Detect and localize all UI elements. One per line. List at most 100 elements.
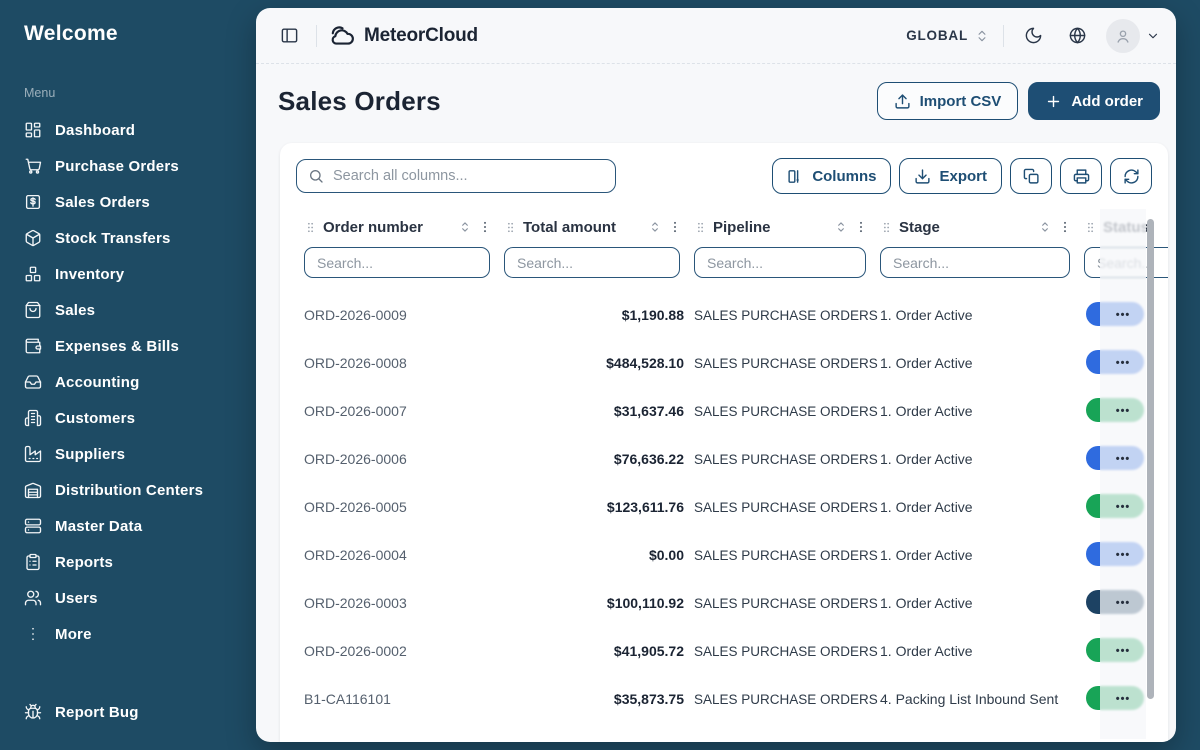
sidebar-item-sales-orders[interactable]: Sales Orders: [24, 184, 236, 220]
sidebar-item-customers[interactable]: Customers: [24, 400, 236, 436]
copy-button[interactable]: [1010, 158, 1052, 194]
sidebar-item-distribution-centers[interactable]: Distribution Centers: [24, 472, 236, 508]
moon-icon: [1024, 26, 1043, 45]
sidebar-item-expenses-bills[interactable]: Expenses & Bills: [24, 328, 236, 364]
ellipsis-icon: •••: [1116, 693, 1131, 705]
drag-handle-icon[interactable]: [880, 221, 893, 234]
sidebar-item-sales[interactable]: Sales: [24, 292, 236, 328]
region-selector[interactable]: GLOBAL: [906, 28, 989, 43]
table-row[interactable]: ORD-2026-0006 $76,636.22 SALES PURCHASE …: [280, 435, 1168, 483]
cell-order-number: ORD-2026-0006: [304, 451, 504, 467]
table-row[interactable]: ORD-2026-0009 $1,190.88 SALES PURCHASE O…: [280, 291, 1168, 339]
sidebar-item-label: Inventory: [55, 266, 124, 283]
cell-order-number: B1-CA116101: [304, 691, 504, 707]
sidebar-item-master-data[interactable]: Master Data: [24, 508, 236, 544]
sidebar-item-suppliers[interactable]: Suppliers: [24, 436, 236, 472]
page-title: Sales Orders: [278, 86, 441, 117]
upload-icon: [894, 93, 911, 110]
language-button[interactable]: [1062, 21, 1092, 51]
sort-icon[interactable]: [834, 220, 848, 234]
filter-cell-stage: [880, 247, 1084, 278]
search-all-columns-input[interactable]: [296, 159, 616, 193]
table-row[interactable]: B1-CA116101 $35,873.75 SALES PURCHASE OR…: [280, 675, 1168, 723]
row-actions-button[interactable]: •••: [1100, 435, 1146, 483]
sort-icon[interactable]: [458, 220, 472, 234]
refresh-button[interactable]: [1110, 158, 1152, 194]
app-root: { "sidebar": { "title": "Welcome", "sect…: [0, 0, 1200, 750]
column-header-total-amount: Total amount: [504, 219, 694, 236]
column-menu-icon[interactable]: [1058, 220, 1072, 234]
cell-total-amount: $123,611.76: [504, 499, 694, 515]
sidebar-item-more[interactable]: More: [24, 616, 236, 652]
filter-input-order-number[interactable]: [304, 247, 490, 278]
row-actions-button[interactable]: •••: [1100, 675, 1146, 723]
user-menu[interactable]: [1106, 19, 1160, 53]
sidebar-item-accounting[interactable]: Accounting: [24, 364, 236, 400]
drag-handle-icon[interactable]: [694, 221, 707, 234]
table-row[interactable]: ORD-2026-0008 $484,528.10 SALES PURCHASE…: [280, 339, 1168, 387]
filter-input-pipeline[interactable]: [694, 247, 866, 278]
add-order-button[interactable]: Add order: [1028, 82, 1160, 120]
suppliers-icon: [24, 445, 42, 463]
sidebar-item-reports[interactable]: Reports: [24, 544, 236, 580]
sidebar-item-inventory[interactable]: Inventory: [24, 256, 236, 292]
sidebar-item-stock-transfers[interactable]: Stock Transfers: [24, 220, 236, 256]
drag-handle-icon[interactable]: [1084, 221, 1097, 234]
printer-icon: [1073, 168, 1090, 185]
column-label: Total amount: [523, 219, 616, 236]
user-icon: [1114, 27, 1132, 45]
cell-pipeline: SALES PURCHASE ORDERS: [694, 356, 880, 371]
table-row[interactable]: ORD-2026-0003 $100,110.92 SALES PURCHASE…: [280, 579, 1168, 627]
sidebar-item-label: Sales: [55, 302, 95, 319]
sidebar-item-report-bug[interactable]: Report Bug: [24, 694, 236, 730]
sidebar-item-purchase-orders[interactable]: Purchase Orders: [24, 148, 236, 184]
table-scrollbar[interactable]: [1147, 219, 1154, 699]
avatar: [1106, 19, 1140, 53]
filter-input-total-amount[interactable]: [504, 247, 680, 278]
sort-icon[interactable]: [1038, 220, 1052, 234]
table-row[interactable]: ORD-2026-0002 $41,905.72 SALES PURCHASE …: [280, 627, 1168, 675]
sidebar-item-label: Stock Transfers: [55, 230, 171, 247]
sales-orders-icon: [24, 193, 42, 211]
theme-toggle-button[interactable]: [1018, 21, 1048, 51]
sidebar-item-users[interactable]: Users: [24, 580, 236, 616]
topbar-right: GLOBAL: [906, 19, 1160, 53]
cell-stage: 1. Order Active: [880, 499, 1084, 515]
cell-pipeline: SALES PURCHASE ORDERS: [694, 452, 880, 467]
filter-input-stage[interactable]: [880, 247, 1070, 278]
ellipsis-icon: •••: [1116, 357, 1131, 369]
sidebar-item-label: Sales Orders: [55, 194, 150, 211]
column-menu-icon[interactable]: [854, 220, 868, 234]
export-button[interactable]: Export: [899, 158, 1002, 194]
sort-icon[interactable]: [648, 220, 662, 234]
cell-order-number: ORD-2026-0002: [304, 643, 504, 659]
row-actions-button[interactable]: •••: [1100, 627, 1146, 675]
cell-pipeline: SALES PURCHASE ORDERS: [694, 692, 880, 707]
columns-button[interactable]: Columns: [772, 158, 891, 194]
sidebar-item-dashboard[interactable]: Dashboard: [24, 112, 236, 148]
row-actions-button[interactable]: •••: [1100, 483, 1146, 531]
sidebar-item-label: Master Data: [55, 518, 142, 535]
row-actions-button[interactable]: •••: [1100, 291, 1146, 339]
print-button[interactable]: [1060, 158, 1102, 194]
column-menu-icon[interactable]: [478, 220, 492, 234]
row-actions-button[interactable]: •••: [1100, 339, 1146, 387]
drag-handle-icon[interactable]: [304, 221, 317, 234]
sidebar-footer: Report Bug: [24, 694, 236, 730]
customers-icon: [24, 409, 42, 427]
table-row[interactable]: ORD-2026-0004 $0.00 SALES PURCHASE ORDER…: [280, 531, 1168, 579]
table-row[interactable]: ORD-2026-0007 $31,637.46 SALES PURCHASE …: [280, 387, 1168, 435]
table-row[interactable]: ORD-2026-0005 $123,611.76 SALES PURCHASE…: [280, 483, 1168, 531]
brand-name: MeteorCloud: [364, 25, 478, 47]
column-label: Order number: [323, 219, 423, 236]
sidebar-toggle-button[interactable]: [274, 21, 304, 51]
sidebar-section-label: Menu: [24, 86, 236, 100]
row-actions-button[interactable]: •••: [1100, 387, 1146, 435]
drag-handle-icon[interactable]: [504, 221, 517, 234]
cell-total-amount: $31,637.46: [504, 403, 694, 419]
row-actions-button[interactable]: •••: [1100, 531, 1146, 579]
filter-cell-order-number: [304, 247, 504, 278]
row-actions-button[interactable]: •••: [1100, 579, 1146, 627]
column-menu-icon[interactable]: [668, 220, 682, 234]
import-csv-button[interactable]: Import CSV: [877, 82, 1019, 120]
